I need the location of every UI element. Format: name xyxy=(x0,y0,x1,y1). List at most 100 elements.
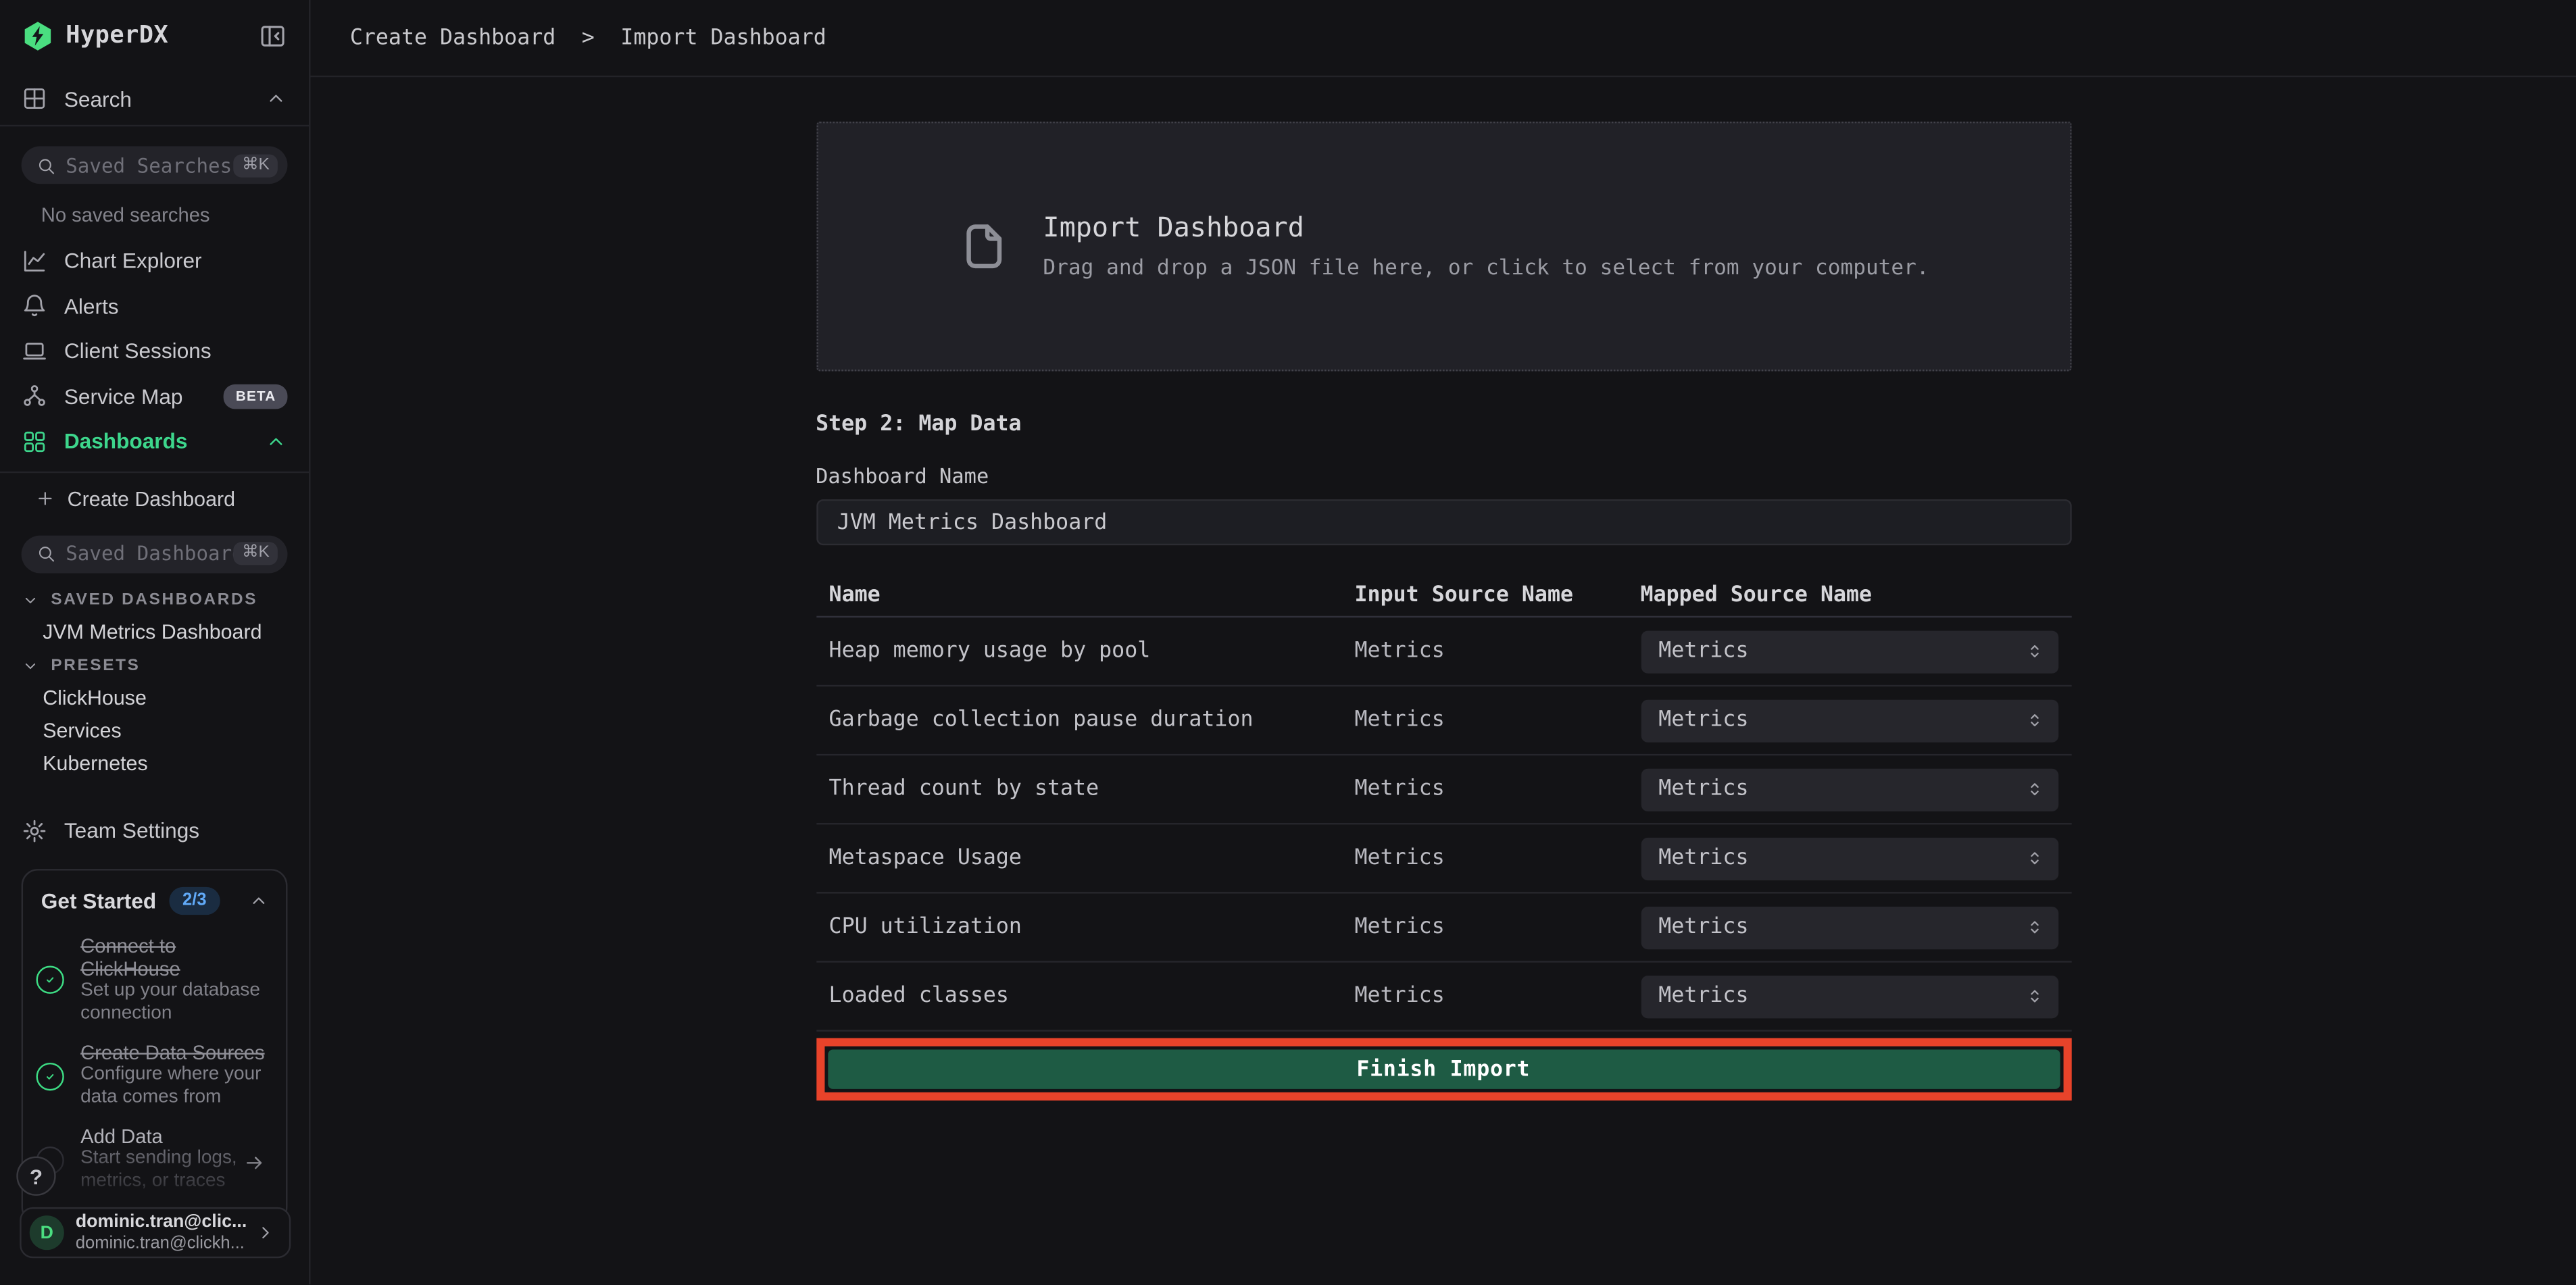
select-updown-icon xyxy=(2023,640,2045,662)
row-name: Garbage collection pause duration xyxy=(829,708,1355,732)
sidebar-item-alerts[interactable]: Alerts xyxy=(0,283,309,328)
chevron-up-icon xyxy=(264,87,287,110)
row-name: Loaded classes xyxy=(829,984,1355,1008)
row-name: Metaspace Usage xyxy=(829,846,1355,870)
beta-badge: BETA xyxy=(224,384,288,408)
annotation-highlight-box: Finish Import xyxy=(816,1038,2071,1101)
selected-value: Metrics xyxy=(1658,777,2023,801)
breadcrumb-import-dashboard[interactable]: Import Dashboard xyxy=(620,26,826,50)
row-input-source: Metrics xyxy=(1355,708,1641,732)
gear-icon xyxy=(22,817,48,844)
group-saved-dashboards[interactable]: SAVED DASHBOARDS xyxy=(22,589,288,612)
service-map-icon xyxy=(22,383,48,409)
sidebar-item-service-map[interactable]: Service Map BETA xyxy=(0,374,309,419)
search-section-icon xyxy=(22,85,48,111)
search-section-label: Search xyxy=(64,86,132,111)
saved-searches-input[interactable] xyxy=(66,153,234,176)
saved-dashboard-item[interactable]: JVM Metrics Dashboard xyxy=(22,620,288,643)
selected-value: Metrics xyxy=(1658,846,2023,870)
app-title: HyperDX xyxy=(66,23,168,49)
create-dashboard-button[interactable]: Create Dashboard xyxy=(0,476,309,522)
file-dropzone[interactable]: Import Dashboard Drag and drop a JSON fi… xyxy=(816,122,2071,372)
breadcrumb: Create Dashboard > Import Dashboard xyxy=(350,26,826,50)
select-updown-icon xyxy=(2023,778,2045,800)
get-started-header[interactable]: Get Started 2/3 xyxy=(23,871,286,915)
select-updown-icon xyxy=(2023,709,2045,731)
app-window: HyperDX Search ⌘K No saved searches xyxy=(0,0,2576,1284)
chevron-right-icon xyxy=(255,1222,276,1244)
table-row: CPU utilization Metrics Metrics xyxy=(816,894,2071,963)
task-create-data-sources[interactable]: Create Data Sources Configure where your… xyxy=(36,1041,269,1110)
row-input-source: Metrics xyxy=(1355,846,1641,870)
logo-row: HyperDX xyxy=(0,0,309,72)
table-header-row: Name Input Source Name Mapped Source Nam… xyxy=(816,573,2071,618)
select-updown-icon xyxy=(2023,847,2045,869)
task-description: Configure where your data comes from xyxy=(80,1065,270,1110)
mapping-table: Name Input Source Name Mapped Source Nam… xyxy=(816,573,2071,1031)
progress-badge: 2/3 xyxy=(170,887,220,914)
sidebar-item-team-settings[interactable]: Team Settings xyxy=(0,807,309,853)
sidebar-nav: Chart Explorer Alerts Client Sessions xyxy=(0,238,309,464)
preset-item-kubernetes[interactable]: Kubernetes xyxy=(22,751,288,774)
chart-explorer-icon xyxy=(22,248,48,274)
nav-label: Chart Explorer xyxy=(64,249,202,273)
team-settings-label: Team Settings xyxy=(64,818,199,842)
user-account-menu[interactable]: D dominic.tran@clic... dominic.tran@clic… xyxy=(20,1207,291,1258)
row-input-source: Metrics xyxy=(1355,639,1641,663)
chevron-down-icon xyxy=(22,591,40,609)
table-row: Heap memory usage by pool Metrics Metric… xyxy=(816,618,2071,686)
help-button[interactable]: ? xyxy=(16,1157,55,1196)
saved-dashboards-input[interactable] xyxy=(66,542,234,565)
selected-value: Metrics xyxy=(1658,639,2023,663)
task-description: Set up your database connection xyxy=(80,981,270,1026)
mapped-source-select[interactable]: Metrics xyxy=(1641,837,2058,880)
breadcrumb-create-dashboard[interactable]: Create Dashboard xyxy=(350,26,555,50)
create-dashboard-label: Create Dashboard xyxy=(68,487,235,510)
sidebar-item-client-sessions[interactable]: Client Sessions xyxy=(0,328,309,374)
chevron-up-icon xyxy=(248,890,270,911)
sidebar: HyperDX Search ⌘K No saved searches xyxy=(0,0,310,1284)
mapped-source-select[interactable]: Metrics xyxy=(1641,699,2058,741)
sidebar-item-chart-explorer[interactable]: Chart Explorer xyxy=(0,238,309,284)
sidebar-section-search[interactable]: Search xyxy=(0,72,309,125)
mapped-source-select[interactable]: Metrics xyxy=(1641,975,2058,1017)
saved-dashboards-search[interactable]: ⌘K xyxy=(22,534,288,572)
nav-label: Service Map xyxy=(64,384,183,408)
hyperdx-logo-icon xyxy=(22,20,55,53)
dashboard-name-input[interactable] xyxy=(816,499,2071,545)
search-icon xyxy=(36,544,55,563)
preset-item-clickhouse[interactable]: ClickHouse xyxy=(22,686,288,709)
dashboard-name-label: Dashboard Name xyxy=(816,463,2071,488)
sidebar-item-dashboards[interactable]: Dashboards xyxy=(0,419,309,464)
nav-label: Dashboards xyxy=(64,429,188,453)
plus-icon xyxy=(34,488,56,509)
breadcrumb-separator: > xyxy=(582,26,595,50)
task-title: Add Data xyxy=(80,1125,270,1149)
check-circle-icon xyxy=(36,1062,64,1090)
column-header-mapped-source: Mapped Source Name xyxy=(1641,582,2058,607)
selected-value: Metrics xyxy=(1658,915,2023,939)
table-row: Loaded classes Metrics Metrics xyxy=(816,963,2071,1032)
mapped-source-select[interactable]: Metrics xyxy=(1641,906,2058,949)
mapped-source-select[interactable]: Metrics xyxy=(1641,768,2058,811)
bell-icon xyxy=(22,293,48,319)
main-area: Create Dashboard > Import Dashboard Impo… xyxy=(310,0,2576,1284)
avatar: D xyxy=(30,1215,64,1250)
chevron-up-icon xyxy=(264,430,287,453)
dropzone-title: Import Dashboard xyxy=(1043,212,1929,243)
row-input-source: Metrics xyxy=(1355,915,1641,939)
column-header-name: Name xyxy=(829,582,1355,607)
dashboards-grid-icon xyxy=(22,428,48,455)
finish-import-button[interactable]: Finish Import xyxy=(827,1050,2059,1089)
get-started-card: Get Started 2/3 Connect to ClickHouse Se… xyxy=(22,869,288,1224)
task-connect-clickhouse[interactable]: Connect to ClickHouse Set up your databa… xyxy=(36,934,269,1026)
no-saved-searches-note: No saved searches xyxy=(41,203,288,226)
group-presets[interactable]: PRESETS xyxy=(22,655,288,678)
row-name: Thread count by state xyxy=(829,777,1355,801)
mapped-source-select[interactable]: Metrics xyxy=(1641,630,2058,672)
table-row: Garbage collection pause duration Metric… xyxy=(816,686,2071,755)
saved-searches-search[interactable]: ⌘K xyxy=(22,146,288,184)
collapse-sidebar-icon[interactable] xyxy=(258,22,288,51)
preset-item-services[interactable]: Services xyxy=(22,719,288,742)
nav-label: Alerts xyxy=(64,294,119,318)
